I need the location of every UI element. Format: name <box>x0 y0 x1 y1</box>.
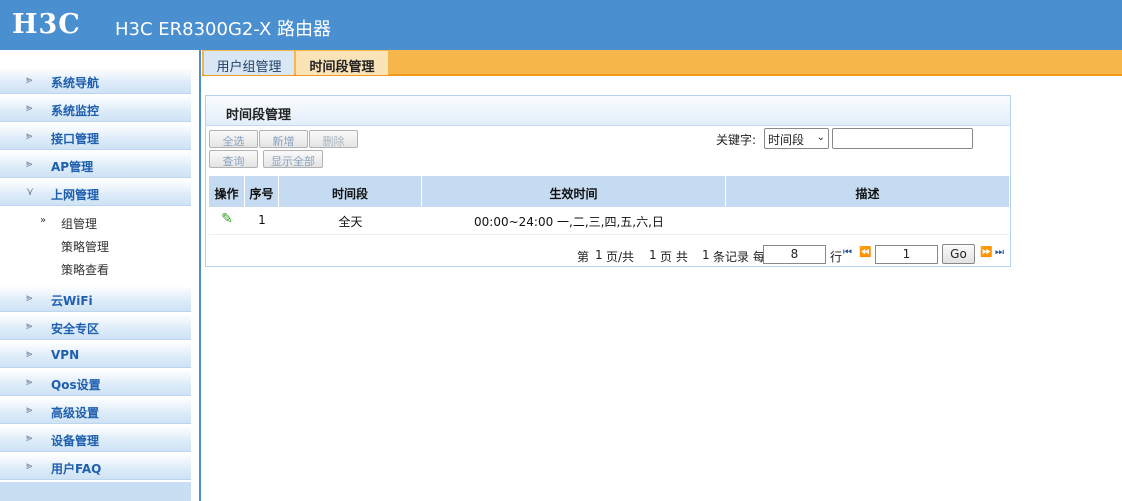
chevron-right-icon: » <box>40 215 47 226</box>
sidebar-item-system-nav[interactable]: ⪢ 系统导航 <box>0 68 191 94</box>
tab-time-period[interactable]: 时间段管理 <box>296 51 388 75</box>
sidebar: ⪢ 系统导航 ⪢ 系统监控 ⪢ 接口管理 ⪢ AP管理 ⋎ 上网管理 » 组管理… <box>0 50 201 501</box>
sidebar-item-ap[interactable]: ⪢ AP管理 <box>0 152 191 178</box>
tab-bar: 用户组管理 时间段管理 <box>202 50 1122 76</box>
sidebar-item-vpn[interactable]: ⪢ VPN <box>0 342 191 368</box>
sidebar-subitem-policy-mgmt[interactable]: 策略管理 <box>0 235 191 255</box>
double-chevron-right-icon: ⪢ <box>26 403 33 416</box>
sidebar-subitem-group-mgmt[interactable]: » 组管理 <box>0 212 191 232</box>
prev-page-icon[interactable]: ⏪ <box>859 247 871 258</box>
sidebar-item-label: VPN <box>51 348 80 362</box>
double-chevron-down-icon: ⋎ <box>26 185 35 198</box>
sidebar-item-label: 上网管理 <box>51 188 100 202</box>
row-effective-time: 00:00~24:00 一,二,三,四,五,六,日 <box>474 215 664 229</box>
sidebar-item-label: 云WiFi <box>51 294 93 308</box>
sidebar-item-label: 设备管理 <box>51 434 100 448</box>
pager-total-pages: 1 <box>649 248 657 262</box>
add-button[interactable]: 新增 <box>259 130 308 148</box>
row-description <box>726 207 1009 235</box>
sidebar-item-system-monitor[interactable]: ⪢ 系统监控 <box>0 96 191 122</box>
double-chevron-right-icon: ⪢ <box>26 375 33 388</box>
sidebar-item-faq[interactable]: ⪢ 用户FAQ <box>0 454 191 480</box>
sidebar-subitem-label: 组管理 <box>61 217 98 231</box>
col-header-effective: 生效时间 <box>422 176 726 207</box>
chevron-down-icon: ⌄ <box>816 132 825 143</box>
row-period: 全天 <box>338 215 363 229</box>
pager-prefix: 第 <box>577 250 590 264</box>
table-row: ✎ 1 全天 00:00~24:00 一,二,三,四,五,六,日 <box>209 207 1009 235</box>
sidebar-item-label: 接口管理 <box>51 132 100 146</box>
col-header-desc: 描述 <box>855 187 880 201</box>
sidebar-item-label: 系统导航 <box>51 76 100 90</box>
double-chevron-right-icon: ⪢ <box>26 73 33 86</box>
keyword-select[interactable]: 时间段 ⌄ <box>764 128 829 149</box>
sidebar-item-label: 用户FAQ <box>51 462 102 476</box>
goto-page-input[interactable]: 1 <box>875 245 938 264</box>
sidebar-item-label: 高级设置 <box>51 406 100 420</box>
keyword-input[interactable] <box>832 128 973 149</box>
app-title: H3C ER8300G2-X 路由器 <box>115 19 332 40</box>
pager-rows-label: 行 <box>830 250 843 264</box>
sidebar-item-internet-mgmt[interactable]: ⋎ 上网管理 <box>0 180 191 206</box>
edit-pencil-icon[interactable]: ✎ <box>209 207 245 235</box>
sidebar-subitem-policy-view[interactable]: 策略查看 <box>0 258 191 278</box>
panel-header: 时间段管理 <box>206 96 1010 126</box>
sidebar-item-label: 安全专区 <box>51 322 100 336</box>
pagination: 第 1 页/共 1 页 共 1 条记录 每页 8 行 ⏮ ⏪ 1 Go ⏩ ⏭ <box>206 242 1010 266</box>
sidebar-subitem-label: 策略查看 <box>61 263 110 277</box>
col-header-index: 序号 <box>245 176 279 207</box>
tab-user-group[interactable]: 用户组管理 <box>204 51 294 75</box>
sidebar-item-label: Qos设置 <box>51 378 101 392</box>
time-period-panel: 时间段管理 全选 新增 删除 查询 显示全部 关键字: 时间段 ⌄ 操作 序号 … <box>205 95 1011 267</box>
show-all-button[interactable]: 显示全部 <box>263 150 323 168</box>
double-chevron-right-icon: ⪢ <box>26 157 33 170</box>
select-all-button[interactable]: 全选 <box>209 130 258 148</box>
last-page-icon[interactable]: ⏭ <box>995 247 1004 258</box>
sidebar-item-qos[interactable]: ⪢ Qos设置 <box>0 370 191 396</box>
panel-title: 时间段管理 <box>226 108 292 123</box>
pager-total-label: 页/共 <box>606 250 635 264</box>
h3c-logo: H3C <box>12 9 81 40</box>
next-page-icon[interactable]: ⏩ <box>980 247 992 258</box>
sidebar-footer <box>0 482 191 501</box>
sidebar-item-security[interactable]: ⪢ 安全专区 <box>0 314 191 340</box>
query-button[interactable]: 查询 <box>209 150 258 168</box>
pager-records: 1 <box>702 248 710 262</box>
pager-current-page: 1 <box>595 248 603 262</box>
double-chevron-right-icon: ⪢ <box>26 291 33 304</box>
sidebar-item-device[interactable]: ⪢ 设备管理 <box>0 426 191 452</box>
double-chevron-right-icon: ⪢ <box>26 319 33 332</box>
sidebar-item-cloud-wifi[interactable]: ⪢ 云WiFi <box>0 286 191 312</box>
col-header-action: 操作 <box>209 176 245 207</box>
sidebar-item-advanced[interactable]: ⪢ 高级设置 <box>0 398 191 424</box>
sidebar-item-label: 系统监控 <box>51 104 100 118</box>
double-chevron-right-icon: ⪢ <box>26 101 33 114</box>
pager-records-label: 页 共 <box>660 250 688 264</box>
keyword-label: 关键字: <box>716 133 757 147</box>
double-chevron-right-icon: ⪢ <box>26 459 33 472</box>
col-header-period: 时间段 <box>279 176 422 207</box>
per-page-input[interactable]: 8 <box>763 245 826 264</box>
go-button[interactable]: Go <box>942 244 975 264</box>
sidebar-item-label: AP管理 <box>51 160 94 174</box>
double-chevron-right-icon: ⪢ <box>26 347 33 360</box>
double-chevron-right-icon: ⪢ <box>26 431 33 444</box>
keyword-select-value: 时间段 <box>768 133 805 147</box>
double-chevron-right-icon: ⪢ <box>26 129 33 142</box>
first-page-icon[interactable]: ⏮ <box>843 247 852 258</box>
delete-button[interactable]: 删除 <box>309 130 358 148</box>
row-index: 1 <box>258 213 266 227</box>
sidebar-subitem-label: 策略管理 <box>61 240 110 254</box>
app-header: H3C H3C ER8300G2-X 路由器 <box>0 0 1122 50</box>
table-header: 操作 序号 时间段 生效时间 描述 <box>209 176 1009 207</box>
sidebar-item-interface[interactable]: ⪢ 接口管理 <box>0 124 191 150</box>
